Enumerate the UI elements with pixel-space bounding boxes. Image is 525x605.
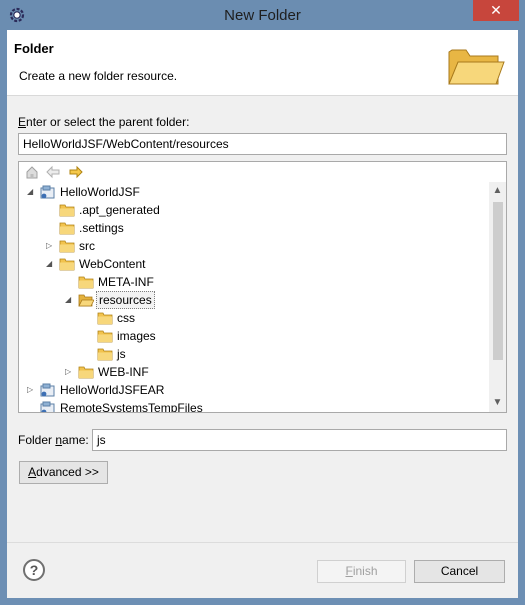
scroll-down-icon[interactable]: ▼	[489, 396, 506, 410]
folder-icon	[59, 239, 75, 253]
home-icon[interactable]	[25, 165, 39, 179]
collapsed-twisty-icon[interactable]: ▷	[46, 237, 56, 255]
title-area: Folder Create a new folder resource.	[7, 30, 518, 96]
tree-item-label: css	[117, 311, 135, 325]
tree-item-label: WEB-INF	[98, 365, 149, 379]
tree-item-label: images	[117, 329, 156, 343]
folder-icon	[97, 347, 113, 361]
scroll-thumb[interactable]	[493, 202, 503, 360]
tree-item[interactable]: ◢ HelloWorldJSF	[19, 183, 489, 201]
tree-toolbar	[19, 162, 490, 182]
tree-item[interactable]: ◢ WebContent	[19, 255, 489, 273]
project-icon	[40, 401, 56, 412]
tree-item[interactable]: ▷ WEB-INF	[19, 363, 489, 381]
folder-icon	[78, 365, 94, 379]
title-bar[interactable]: New Folder ✕	[0, 0, 525, 30]
tree-item-label: RemoteSystemsTempFiles	[60, 401, 203, 413]
open-folder-icon	[448, 49, 505, 85]
tree-item[interactable]: META-INF	[19, 273, 489, 291]
tree-item[interactable]: js	[19, 345, 489, 363]
dialog-client: Folder Create a new folder resource. Ent…	[7, 30, 518, 598]
vertical-scrollbar[interactable]: ▲ ▼	[489, 182, 506, 412]
folder-icon	[97, 329, 113, 343]
tree-item-label: HelloWorldJSFEAR	[60, 383, 165, 397]
help-icon[interactable]: ?	[23, 559, 45, 581]
tree-item[interactable]: ▷ HelloWorldJSFEAR	[19, 381, 489, 399]
folder-icon	[59, 203, 75, 217]
page-title: Folder	[14, 41, 54, 56]
expanded-twisty-icon[interactable]: ◢	[65, 291, 75, 309]
button-bar-separator	[7, 542, 518, 543]
forward-arrow-icon[interactable]	[69, 165, 83, 179]
collapsed-twisty-icon[interactable]: ▷	[27, 381, 37, 399]
tree-item[interactable]: ▷ src	[19, 237, 489, 255]
advanced-button[interactable]: Advanced >>	[19, 461, 108, 484]
scroll-up-icon[interactable]: ▲	[489, 184, 506, 198]
folder-name-label: Folder name:	[18, 433, 89, 447]
finish-button[interactable]: Finish	[317, 560, 406, 583]
window-title: New Folder	[224, 7, 301, 24]
tree-item-label: .apt_generated	[79, 203, 160, 217]
expanded-twisty-icon[interactable]: ◢	[27, 183, 37, 201]
tree-item[interactable]: css	[19, 309, 489, 327]
folder-icon	[97, 311, 113, 325]
project-icon	[40, 383, 56, 397]
tree-item-label: src	[79, 239, 95, 253]
tree-item[interactable]: images	[19, 327, 489, 345]
open-folder-icon	[78, 293, 95, 307]
project-icon	[40, 185, 56, 199]
collapsed-twisty-icon[interactable]: ▷	[65, 363, 75, 381]
dialog-window: New Folder ✕ Folder Create a new folder …	[0, 0, 525, 605]
tree-item-label: js	[117, 347, 126, 361]
tree-item-label: WebContent	[79, 257, 146, 271]
tree-item[interactable]: RemoteSystemsTempFiles	[19, 399, 489, 413]
expanded-twisty-icon[interactable]: ◢	[46, 255, 56, 273]
folder-icon	[78, 275, 94, 289]
parent-folder-input[interactable]: HelloWorldJSF/WebContent/resources	[18, 133, 507, 155]
tree-item-label: META-INF	[98, 275, 154, 289]
cancel-button[interactable]: Cancel	[414, 560, 505, 583]
folder-icon	[59, 221, 75, 235]
close-button[interactable]: ✕	[473, 0, 519, 21]
tree-item-label: HelloWorldJSF	[60, 185, 140, 199]
tree-item-label: resources	[96, 291, 155, 309]
tree-item[interactable]: .apt_generated	[19, 201, 489, 219]
folder-tree[interactable]: ◢ HelloWorldJSF .apt_generated .settings ▷ sr…	[18, 161, 507, 413]
page-message: Create a new folder resource.	[19, 69, 178, 83]
folder-name-input[interactable]: js	[92, 429, 507, 451]
parent-folder-label: Enter or select the parent folder:	[18, 115, 190, 129]
folder-icon	[59, 257, 75, 271]
tree-item[interactable]: ◢ resources	[19, 291, 489, 309]
tree-item[interactable]: .settings	[19, 219, 489, 237]
back-arrow-icon[interactable]	[46, 165, 60, 179]
tree-item-label: .settings	[79, 221, 124, 235]
